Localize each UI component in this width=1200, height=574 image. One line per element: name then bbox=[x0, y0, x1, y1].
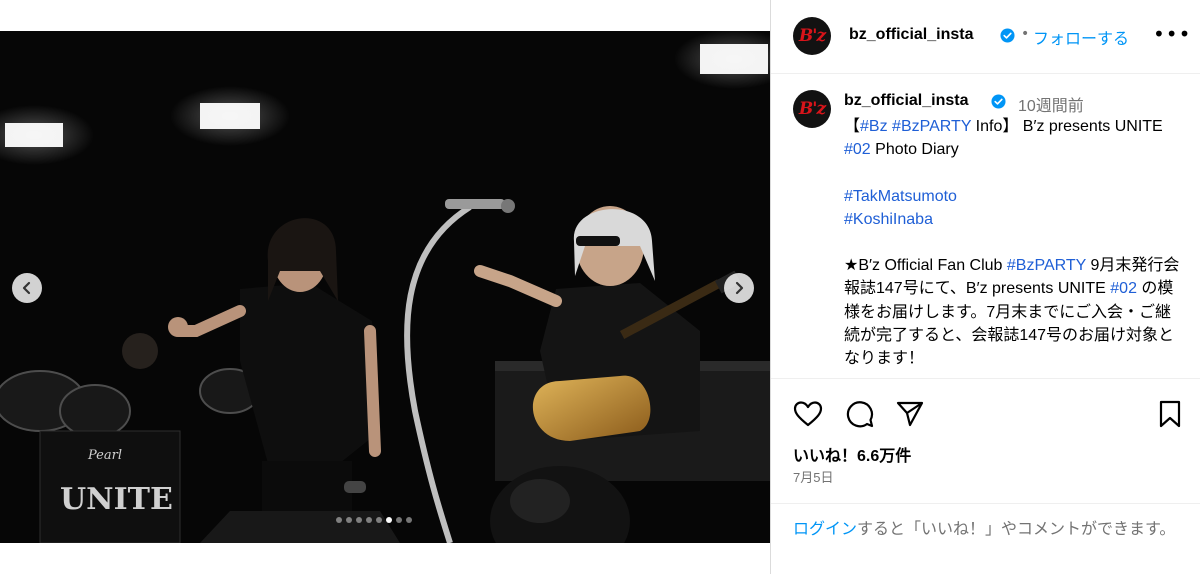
avatar[interactable]: B'z bbox=[793, 17, 831, 55]
save-button[interactable] bbox=[1155, 400, 1185, 428]
post-header: B'z bz_official_insta • フォローする ••• bbox=[771, 0, 1200, 74]
hashtag-link[interactable]: #Bz bbox=[860, 118, 888, 135]
post-time: 10週間前 bbox=[1018, 98, 1084, 115]
likes-count[interactable]: いいね！6.6万件 bbox=[793, 442, 911, 466]
drum-brand: Pearl bbox=[87, 448, 122, 463]
bz-logo: B'z bbox=[798, 99, 826, 119]
hashtag-link[interactable]: #KoshiInaba bbox=[844, 211, 933, 228]
avatar[interactable]: B'z bbox=[793, 90, 831, 128]
concert-photo: Pearl UNITE bbox=[0, 31, 770, 543]
previous-slide-button[interactable] bbox=[12, 273, 42, 303]
slide-dot bbox=[366, 517, 372, 523]
login-text: ログインすると「いいね！」やコメントができます。 bbox=[793, 518, 1183, 541]
caption-segment: ★B′z Official Fan Club bbox=[844, 257, 1003, 275]
login-prompt: ログインすると「いいね！」やコメントができます。 bbox=[771, 503, 1200, 574]
action-bar bbox=[793, 400, 1187, 428]
verified-badge-icon bbox=[991, 94, 1006, 109]
caption-segment: 【 bbox=[844, 118, 861, 135]
stage-text: UNITE bbox=[60, 482, 173, 517]
follow-button[interactable]: フォローする bbox=[1033, 25, 1129, 49]
hashtag-link[interactable]: #BzPARTY bbox=[1007, 257, 1086, 274]
caption-text: 【#Bz #BzPARTY Info】 B′z presents UNITE #… bbox=[844, 115, 1184, 370]
post-media[interactable]: Pearl UNITE bbox=[0, 31, 770, 543]
slide-dot bbox=[336, 517, 342, 523]
verified-badge-icon bbox=[1000, 28, 1015, 43]
comment-icon bbox=[846, 401, 874, 428]
caption-area: B'z bz_official_insta 10週間前 【#Bz #BzPART… bbox=[771, 75, 1200, 379]
header-username[interactable]: bz_official_insta bbox=[849, 26, 973, 44]
share-button[interactable] bbox=[895, 400, 925, 428]
hashtag-link[interactable]: #02 bbox=[1110, 280, 1137, 297]
like-button[interactable] bbox=[793, 400, 823, 428]
paper-plane-icon bbox=[896, 401, 924, 427]
slide-dot bbox=[396, 517, 402, 523]
slide-dot bbox=[346, 517, 352, 523]
comment-button[interactable] bbox=[845, 400, 875, 428]
slide-dot bbox=[356, 517, 362, 523]
heart-icon bbox=[793, 401, 823, 427]
hashtag-link[interactable]: #BzPARTY bbox=[892, 118, 971, 135]
caption-segment: Photo Diary bbox=[875, 141, 959, 159]
slide-indicator bbox=[336, 517, 412, 523]
separator-dot: • bbox=[1021, 26, 1030, 42]
bz-logo: B'z bbox=[798, 26, 826, 46]
slide-dot bbox=[406, 517, 412, 523]
slide-dot bbox=[386, 517, 392, 523]
login-link[interactable]: ログイン bbox=[793, 521, 857, 538]
slide-dot bbox=[376, 517, 382, 523]
post-panel: B'z bz_official_insta • フォローする ••• B'z b… bbox=[770, 0, 1200, 574]
chevron-left-icon bbox=[22, 281, 31, 295]
next-slide-button[interactable] bbox=[724, 273, 754, 303]
hashtag-link[interactable]: #TakMatsumoto bbox=[844, 188, 957, 205]
more-options-icon[interactable]: ••• bbox=[1153, 22, 1191, 46]
caption-username[interactable]: bz_official_insta bbox=[844, 92, 968, 110]
post-date: 7月5日 bbox=[793, 470, 834, 485]
caption-segment: Info】 B′z presents UNITE bbox=[971, 118, 1168, 135]
login-message: すると「いいね！」やコメントができます。 bbox=[857, 521, 1176, 538]
bookmark-icon bbox=[1159, 400, 1181, 428]
chevron-right-icon bbox=[735, 281, 744, 295]
hashtag-link[interactable]: #02 bbox=[844, 141, 871, 158]
